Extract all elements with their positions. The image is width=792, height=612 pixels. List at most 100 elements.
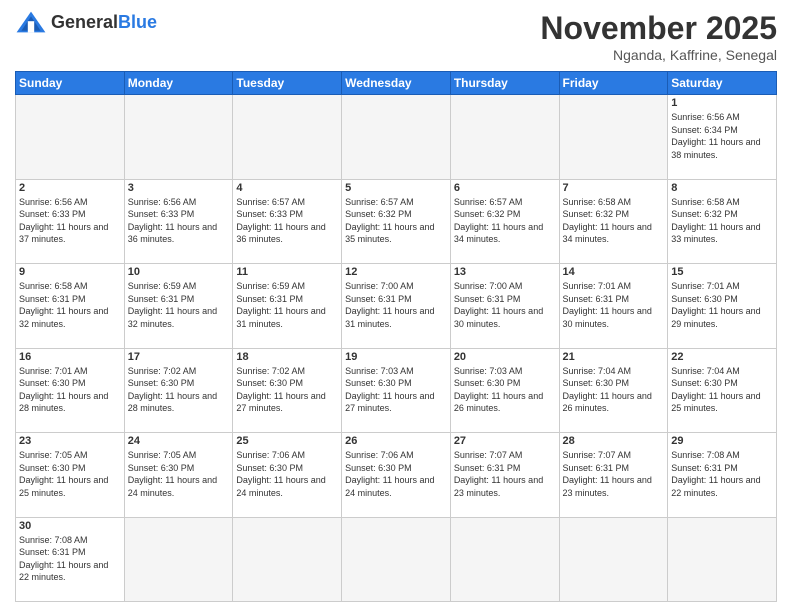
calendar-row: 1Sunrise: 6:56 AMSunset: 6:34 PMDaylight… [16,95,777,180]
calendar-cell: 28 Sunrise: 7:07 AMSunset: 6:31 PMDayligh… [559,433,668,518]
day-number: 30 [19,520,121,532]
day-number: 14 [563,266,665,278]
day-number: 21 [563,351,665,363]
day-info: Sunrise: 7:05 AMSunset: 6:30 PMDaylight:… [128,449,230,499]
calendar-page: GeneralBlue November 2025 Nganda, Kaffri… [0,0,792,612]
day-info: Sunrise: 7:08 AMSunset: 6:31 PMDaylight:… [19,534,121,584]
calendar-cell: 22 Sunrise: 7:04 AMSunset: 6:30 PMDayligh… [668,348,777,433]
calendar-row: 23 Sunrise: 7:05 AMSunset: 6:30 PMDayligh… [16,433,777,518]
day-number: 26 [345,435,447,447]
day-number: 16 [19,351,121,363]
calendar-cell [450,95,559,180]
day-info: Sunrise: 7:03 AMSunset: 6:30 PMDaylight:… [454,365,556,415]
day-info: Sunrise: 6:58 AMSunset: 6:31 PMDaylight:… [19,280,121,330]
calendar-cell: 24 Sunrise: 7:05 AMSunset: 6:30 PMDayligh… [124,433,233,518]
calendar-cell [233,95,342,180]
day-number: 29 [671,435,773,447]
day-info: Sunrise: 6:56 AMSunset: 6:33 PMDaylight:… [19,196,121,246]
calendar-cell: 8Sunrise: 6:58 AMSunset: 6:32 PMDaylight… [668,179,777,264]
day-number: 22 [671,351,773,363]
day-info: Sunrise: 6:58 AMSunset: 6:32 PMDaylight:… [563,196,665,246]
calendar-cell: 14 Sunrise: 7:01 AMSunset: 6:31 PMDayligh… [559,264,668,349]
day-number: 7 [563,182,665,194]
header-friday: Friday [559,72,668,95]
day-info: Sunrise: 7:04 AMSunset: 6:30 PMDaylight:… [563,365,665,415]
day-number: 17 [128,351,230,363]
calendar-cell: 19Sunrise: 7:03 AMSunset: 6:30 PMDayligh… [342,348,451,433]
calendar-cell: 30 Sunrise: 7:08 AMSunset: 6:31 PMDayligh… [16,517,125,602]
day-number: 1 [671,97,773,109]
day-info: Sunrise: 7:07 AMSunset: 6:31 PMDaylight:… [563,449,665,499]
day-info: Sunrise: 7:02 AMSunset: 6:30 PMDaylight:… [128,365,230,415]
calendar-cell [668,517,777,602]
weekday-header-row: Sunday Monday Tuesday Wednesday Thursday… [16,72,777,95]
calendar-cell: 17 Sunrise: 7:02 AMSunset: 6:30 PMDayligh… [124,348,233,433]
month-title: November 2025 [540,10,777,47]
calendar-cell: 10 Sunrise: 6:59 AMSunset: 6:31 PMDayligh… [124,264,233,349]
calendar-cell: 9 Sunrise: 6:58 AMSunset: 6:31 PMDaylight… [16,264,125,349]
calendar-cell [233,517,342,602]
day-number: 5 [345,182,447,194]
calendar-cell: 29 Sunrise: 7:08 AMSunset: 6:31 PMDayligh… [668,433,777,518]
day-info: Sunrise: 7:01 AMSunset: 6:31 PMDaylight:… [563,280,665,330]
day-number: 24 [128,435,230,447]
day-number: 28 [563,435,665,447]
day-number: 4 [236,182,338,194]
day-info: Sunrise: 7:08 AMSunset: 6:31 PMDaylight:… [671,449,773,499]
calendar-cell: 13 Sunrise: 7:00 AMSunset: 6:31 PMDayligh… [450,264,559,349]
day-info: Sunrise: 7:04 AMSunset: 6:30 PMDaylight:… [671,365,773,415]
day-number: 10 [128,266,230,278]
calendar-cell [124,95,233,180]
day-info: Sunrise: 7:06 AMSunset: 6:30 PMDaylight:… [236,449,338,499]
calendar-cell: 23 Sunrise: 7:05 AMSunset: 6:30 PMDayligh… [16,433,125,518]
calendar-cell: 3Sunrise: 6:56 AMSunset: 6:33 PMDaylight… [124,179,233,264]
day-info: Sunrise: 7:05 AMSunset: 6:30 PMDaylight:… [19,449,121,499]
calendar-cell: 6 Sunrise: 6:57 AMSunset: 6:32 PMDaylight… [450,179,559,264]
day-number: 12 [345,266,447,278]
calendar-cell [16,95,125,180]
day-number: 9 [19,266,121,278]
day-number: 15 [671,266,773,278]
calendar-cell: 20Sunrise: 7:03 AMSunset: 6:30 PMDayligh… [450,348,559,433]
title-block: November 2025 Nganda, Kaffrine, Senegal [540,10,777,63]
calendar-cell: 27 Sunrise: 7:07 AMSunset: 6:31 PMDayligh… [450,433,559,518]
day-number: 25 [236,435,338,447]
day-info: Sunrise: 7:03 AMSunset: 6:30 PMDaylight:… [345,365,447,415]
day-info: Sunrise: 6:59 AMSunset: 6:31 PMDaylight:… [128,280,230,330]
header-monday: Monday [124,72,233,95]
calendar-row: 16Sunrise: 7:01 AMSunset: 6:30 PMDayligh… [16,348,777,433]
calendar-cell: 11 Sunrise: 6:59 AMSunset: 6:31 PMDayligh… [233,264,342,349]
day-info: Sunrise: 7:07 AMSunset: 6:31 PMDaylight:… [454,449,556,499]
day-number: 6 [454,182,556,194]
calendar-cell: 12 Sunrise: 7:00 AMSunset: 6:31 PMDayligh… [342,264,451,349]
header-saturday: Saturday [668,72,777,95]
day-info: Sunrise: 6:57 AMSunset: 6:32 PMDaylight:… [345,196,447,246]
day-info: Sunrise: 6:59 AMSunset: 6:31 PMDaylight:… [236,280,338,330]
day-info: Sunrise: 7:00 AMSunset: 6:31 PMDaylight:… [454,280,556,330]
calendar-cell: 2 Sunrise: 6:56 AMSunset: 6:33 PMDaylight… [16,179,125,264]
calendar-cell: 18Sunrise: 7:02 AMSunset: 6:30 PMDayligh… [233,348,342,433]
header-wednesday: Wednesday [342,72,451,95]
calendar-cell: 1Sunrise: 6:56 AMSunset: 6:34 PMDaylight… [668,95,777,180]
calendar-cell [124,517,233,602]
calendar-cell: 16Sunrise: 7:01 AMSunset: 6:30 PMDayligh… [16,348,125,433]
header-tuesday: Tuesday [233,72,342,95]
day-number: 27 [454,435,556,447]
header-sunday: Sunday [16,72,125,95]
calendar-cell [559,517,668,602]
day-number: 23 [19,435,121,447]
day-info: Sunrise: 6:57 AMSunset: 6:32 PMDaylight:… [454,196,556,246]
calendar-cell [559,95,668,180]
day-number: 11 [236,266,338,278]
calendar-cell [450,517,559,602]
day-number: 2 [19,182,121,194]
calendar-row: 9 Sunrise: 6:58 AMSunset: 6:31 PMDaylight… [16,264,777,349]
logo-icon [15,10,47,34]
day-info: Sunrise: 7:00 AMSunset: 6:31 PMDaylight:… [345,280,447,330]
calendar-row: 30 Sunrise: 7:08 AMSunset: 6:31 PMDayligh… [16,517,777,602]
day-number: 13 [454,266,556,278]
day-info: Sunrise: 7:06 AMSunset: 6:30 PMDaylight:… [345,449,447,499]
calendar-cell: 15Sunrise: 7:01 AMSunset: 6:30 PMDayligh… [668,264,777,349]
calendar-cell: 5 Sunrise: 6:57 AMSunset: 6:32 PMDaylight… [342,179,451,264]
calendar-cell [342,95,451,180]
